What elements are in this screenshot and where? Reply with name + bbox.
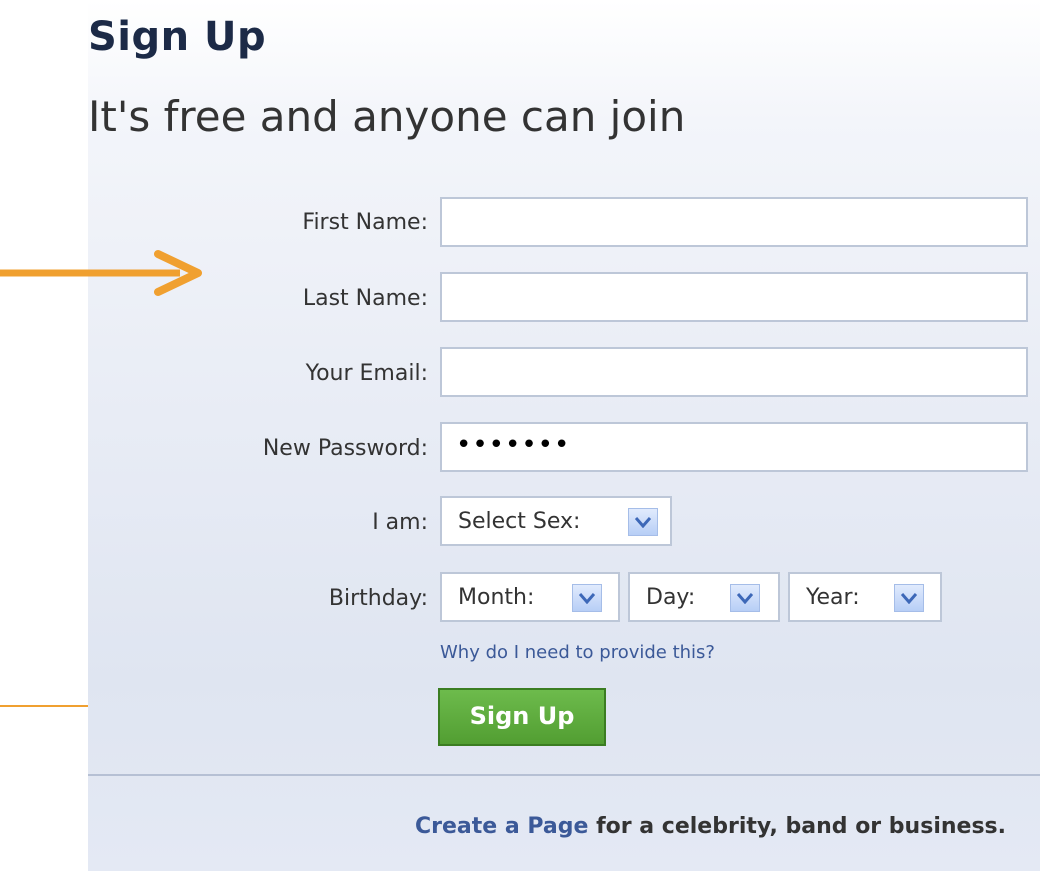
year-select[interactable]: Year: xyxy=(788,572,942,622)
birthday-label: Birthday: xyxy=(328,586,428,611)
password-value: ••••••• xyxy=(456,430,571,460)
annotation-arrow-icon xyxy=(0,250,202,296)
create-page-text: for a celebrity, band or business. xyxy=(588,814,1006,839)
chevron-down-icon xyxy=(628,508,658,536)
sign-up-button[interactable]: Sign Up xyxy=(438,688,606,746)
last-name-field[interactable] xyxy=(440,272,1028,322)
first-name-label: First Name: xyxy=(302,210,428,235)
sex-select[interactable]: Select Sex: xyxy=(440,496,672,546)
chevron-down-icon xyxy=(894,584,924,612)
chevron-down-icon xyxy=(572,584,602,612)
password-label: New Password: xyxy=(262,436,428,461)
why-birthday-link[interactable]: Why do I need to provide this? xyxy=(440,642,715,663)
create-page-line: Create a Page for a celebrity, band or b… xyxy=(415,814,1006,839)
annotation-line xyxy=(0,705,88,707)
page-title: Sign Up xyxy=(88,14,267,60)
month-select[interactable]: Month: xyxy=(440,572,620,622)
first-name-field[interactable] xyxy=(440,197,1028,247)
divider xyxy=(88,774,1040,776)
chevron-down-icon xyxy=(730,584,760,612)
last-name-label: Last Name: xyxy=(302,286,428,311)
create-page-link[interactable]: Create a Page xyxy=(415,814,588,839)
page-subtitle: It's free and anyone can join xyxy=(88,92,686,141)
year-select-text: Year: xyxy=(806,585,860,610)
sex-label: I am: xyxy=(372,510,428,535)
sex-select-text: Select Sex: xyxy=(458,509,581,534)
email-field[interactable] xyxy=(440,347,1028,397)
month-select-text: Month: xyxy=(458,585,535,610)
email-label: Your Email: xyxy=(305,361,428,386)
day-select-text: Day: xyxy=(646,585,696,610)
password-field[interactable]: ••••••• xyxy=(440,422,1028,472)
day-select[interactable]: Day: xyxy=(628,572,780,622)
